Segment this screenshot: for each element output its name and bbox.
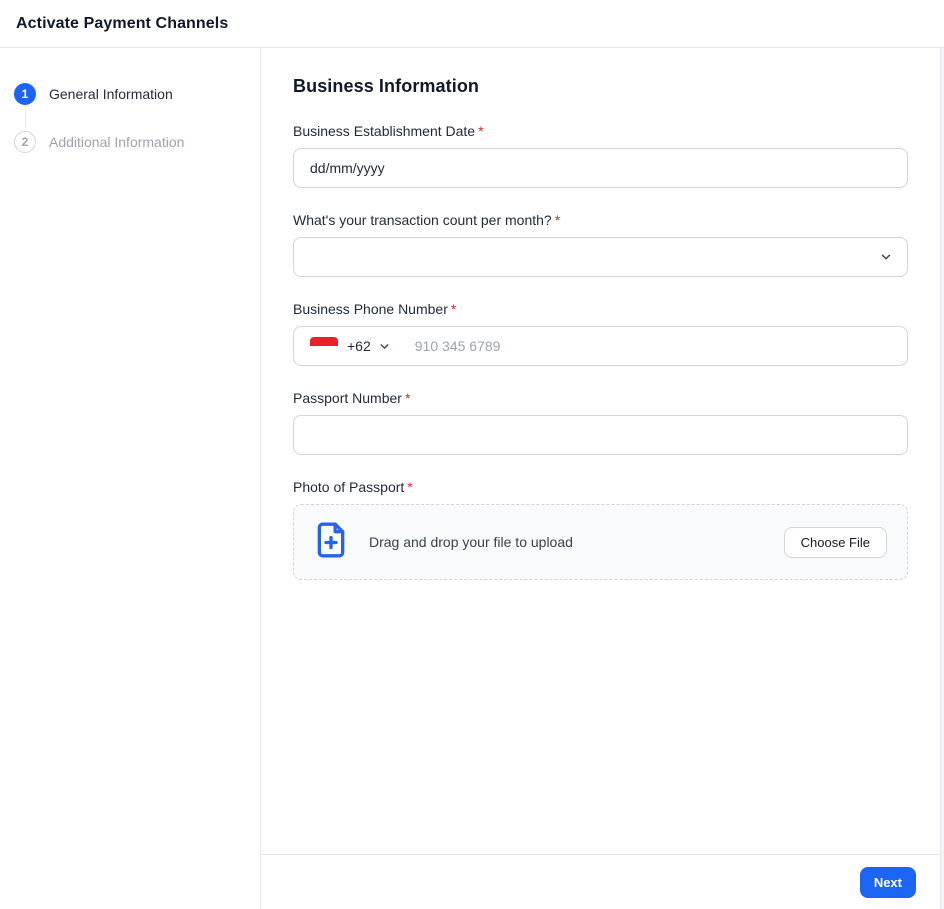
field-transaction-count: What's your transaction count per month?… [293, 212, 908, 277]
required-asterisk: * [478, 123, 483, 139]
next-button[interactable]: Next [860, 867, 916, 898]
indonesia-flag-icon [310, 337, 338, 355]
field-establishment-date: Business Establishment Date* [293, 123, 908, 188]
field-business-phone: Business Phone Number* +62 [293, 301, 908, 366]
establishment-date-input[interactable] [293, 148, 908, 188]
step-1-label: General Information [49, 86, 173, 102]
establishment-date-label: Business Establishment Date* [293, 123, 908, 139]
business-phone-input[interactable] [415, 338, 891, 354]
stepper-step-additional-information[interactable]: 2 Additional Information [14, 131, 246, 153]
required-asterisk: * [451, 301, 456, 317]
stepper-connector [25, 108, 26, 128]
transaction-count-select[interactable] [293, 237, 908, 277]
dial-code: +62 [347, 338, 371, 354]
passport-photo-dropzone[interactable]: Drag and drop your file to upload Choose… [293, 504, 908, 580]
form-section-title: Business Information [293, 76, 908, 97]
step-2-indicator: 2 [14, 131, 36, 153]
chevron-down-icon [879, 250, 893, 264]
body-row: 1 General Information 2 Additional Infor… [0, 48, 944, 909]
page-title: Activate Payment Channels [16, 15, 228, 33]
business-phone-label: Business Phone Number* [293, 301, 908, 317]
business-information-form: Business Information Business Establishm… [261, 48, 940, 854]
passport-photo-label-text: Photo of Passport [293, 479, 404, 495]
required-asterisk: * [405, 390, 410, 406]
app-header: Activate Payment Channels [0, 0, 944, 48]
file-plus-icon [311, 517, 351, 568]
passport-number-input[interactable] [293, 415, 908, 455]
stepper-step-general-information[interactable]: 1 General Information [14, 83, 246, 105]
dropzone-instruction: Drag and drop your file to upload [369, 534, 573, 550]
passport-number-label: Passport Number* [293, 390, 908, 406]
field-passport-number: Passport Number* [293, 390, 908, 455]
choose-file-button[interactable]: Choose File [784, 527, 887, 558]
stepper-sidebar: 1 General Information 2 Additional Infor… [0, 48, 261, 909]
step-1-indicator: 1 [14, 83, 36, 105]
business-phone-field: +62 [293, 326, 908, 366]
passport-photo-label: Photo of Passport* [293, 479, 908, 495]
business-phone-label-text: Business Phone Number [293, 301, 448, 317]
transaction-count-label-text: What's your transaction count per month? [293, 212, 552, 228]
step-2-label: Additional Information [49, 134, 184, 150]
passport-number-label-text: Passport Number [293, 390, 402, 406]
country-selector-chevron-down-icon[interactable] [378, 340, 391, 353]
establishment-date-label-text: Business Establishment Date [293, 123, 475, 139]
transaction-count-label: What's your transaction count per month?… [293, 212, 908, 228]
main-panel: Business Information Business Establishm… [261, 48, 941, 909]
field-passport-photo: Photo of Passport* Drag and drop your fi… [293, 479, 908, 580]
required-asterisk: * [407, 479, 412, 495]
form-footer: Next [261, 854, 940, 909]
required-asterisk: * [555, 212, 560, 228]
